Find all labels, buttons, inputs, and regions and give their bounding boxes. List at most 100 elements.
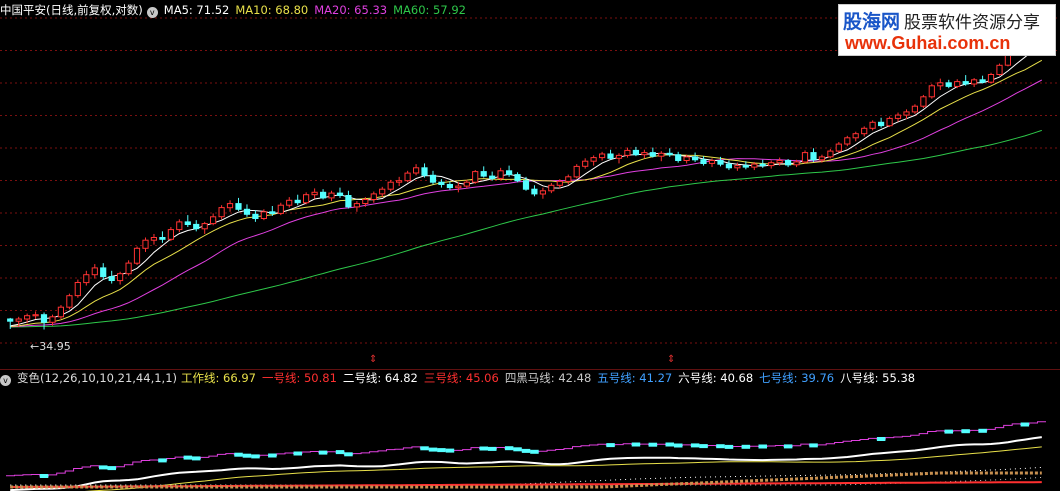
indicator-block xyxy=(183,455,193,460)
candle xyxy=(379,186,386,198)
candle-body xyxy=(404,172,411,182)
candle-body xyxy=(844,137,851,145)
candle-body xyxy=(801,152,809,163)
candle-body xyxy=(582,160,589,167)
indicator-legend-item-3: 三号线: 45.06 xyxy=(423,371,499,385)
candle-body xyxy=(210,216,217,225)
indicator-lines xyxy=(6,421,1046,491)
indicator-legend-item-7: 七号线: 39.76 xyxy=(759,371,835,385)
candle xyxy=(573,164,580,179)
indicator-block xyxy=(1020,422,1030,427)
indicator-legend-item-8: 八号线: 55.38 xyxy=(840,371,916,385)
indicator-block xyxy=(665,442,674,447)
candle xyxy=(649,147,656,158)
indicator-block xyxy=(344,452,353,457)
candle-body xyxy=(66,295,73,308)
candle xyxy=(700,156,707,166)
candle-body xyxy=(133,247,141,264)
candle xyxy=(539,187,546,199)
candle xyxy=(404,170,411,183)
ma-legend-item-3: MA60: 57.92 xyxy=(393,3,466,17)
indicator-legend: 工作线: 66.97 一号线: 50.81 二号线: 64.82 三号线: 45.06… xyxy=(181,371,921,385)
candle-body xyxy=(260,211,267,220)
candle xyxy=(446,181,453,190)
candle-body xyxy=(142,239,149,249)
candle xyxy=(768,160,775,169)
candle-body xyxy=(514,174,521,182)
candle-body xyxy=(945,82,952,87)
candle xyxy=(184,215,191,228)
candle-body xyxy=(835,143,842,152)
candle-body xyxy=(615,154,623,159)
ma10-line xyxy=(10,59,1043,327)
candle xyxy=(911,104,918,114)
indicator-block xyxy=(783,444,793,449)
candle xyxy=(928,83,935,99)
candle xyxy=(548,182,555,194)
candle xyxy=(666,148,673,157)
candle xyxy=(785,159,792,168)
candle xyxy=(810,148,817,162)
indicator-block xyxy=(876,437,886,441)
candle-body xyxy=(599,153,606,159)
candle xyxy=(759,159,766,168)
stock-title[interactable]: 中国平安(日线,前复权,对数) xyxy=(0,3,143,17)
candle-body xyxy=(387,181,394,190)
indicator-block xyxy=(39,474,49,478)
candle xyxy=(497,167,504,180)
candle-body xyxy=(666,152,673,156)
candle-body xyxy=(269,211,276,215)
candle-body xyxy=(573,165,580,178)
indicator-block xyxy=(99,465,108,470)
candle xyxy=(514,172,521,183)
candle-body xyxy=(531,188,538,195)
candle xyxy=(167,227,175,242)
candle-body xyxy=(852,133,859,139)
candle-body xyxy=(370,193,377,200)
candle-body xyxy=(979,79,986,83)
low-price-value: 34.95 xyxy=(39,340,71,353)
candle xyxy=(328,190,335,202)
candle-body xyxy=(57,306,64,318)
candle xyxy=(421,163,428,178)
indicator-chart[interactable] xyxy=(0,369,1060,491)
candle-body xyxy=(117,273,124,282)
candle xyxy=(835,141,842,153)
candle xyxy=(108,270,115,284)
indicator-block xyxy=(293,451,302,456)
candle xyxy=(878,117,885,128)
candle-body xyxy=(74,282,81,297)
indicator-block xyxy=(648,442,658,447)
candle-body xyxy=(167,229,175,240)
options-toggle-icon[interactable]: v xyxy=(146,7,158,18)
candle-body xyxy=(878,121,885,127)
candle-body xyxy=(294,199,301,204)
candle-body xyxy=(785,160,792,166)
indicator-block xyxy=(318,450,328,455)
candle-body xyxy=(226,203,234,209)
candle-body xyxy=(742,165,749,168)
indicator-title[interactable]: 变色(12,26,10,10,21,44,1,1) xyxy=(17,371,177,385)
candle-body xyxy=(565,176,572,182)
watermark-slogan: 股票软件资源分享 xyxy=(904,13,1041,33)
candle-body xyxy=(193,223,200,230)
indicator-block xyxy=(488,446,497,451)
candle-body xyxy=(734,165,741,169)
candle xyxy=(531,185,538,197)
candle xyxy=(632,146,639,157)
candle-body xyxy=(692,156,699,161)
indicator-toggle-icon[interactable]: v xyxy=(0,375,11,386)
candle-body xyxy=(91,267,98,276)
indicator-block xyxy=(251,454,260,459)
candle xyxy=(252,210,259,222)
candle-body xyxy=(235,203,242,210)
candle-body xyxy=(759,163,766,167)
indicator-block xyxy=(716,444,725,449)
candle xyxy=(979,75,986,84)
candle xyxy=(201,221,208,234)
ma-legend-item-1: MA10: 68.80 xyxy=(235,3,309,17)
candle xyxy=(438,179,445,188)
candle xyxy=(945,79,952,89)
candle-body xyxy=(624,149,631,156)
candle-body xyxy=(108,276,115,282)
